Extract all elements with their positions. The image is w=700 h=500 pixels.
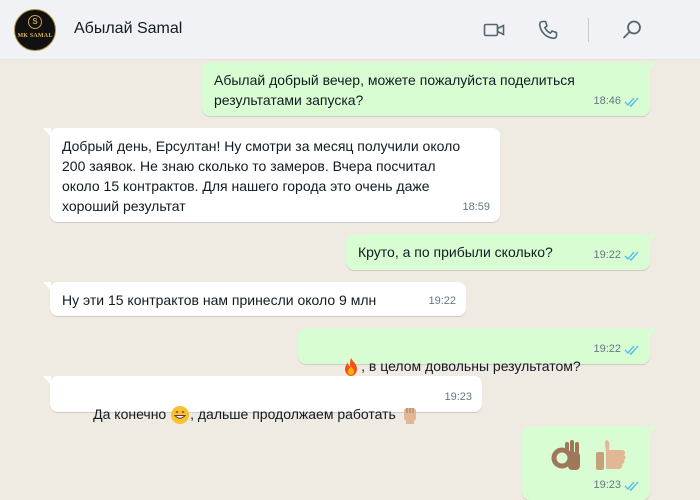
message-time: 19:22 — [593, 343, 621, 355]
message-meta: 18:59 — [462, 197, 490, 217]
message-meta: 19:22 — [593, 245, 640, 265]
ok-hand-emoji-icon — [551, 440, 580, 470]
message-meta: 19:22 — [593, 339, 640, 359]
voice-call-icon[interactable] — [536, 18, 560, 42]
thumbs-up-emoji-icon — [595, 440, 626, 470]
message-bubble-incoming[interactable]: Добрый день, Ерсултан! Ну смотри за меся… — [43, 128, 500, 222]
bubble-tail — [43, 376, 51, 385]
message-meta: 19:23 — [444, 387, 472, 407]
avatar[interactable]: S MK SAMAL — [14, 9, 56, 51]
avatar-ring-letter: S — [32, 17, 38, 26]
message-text-part: Да конечно — [93, 406, 171, 422]
message-text: Абылай добрый вечер, можете пожалуйста п… — [214, 72, 575, 108]
message-bubble-outgoing[interactable]: Абылай добрый вечер, можете пожалуйста п… — [202, 62, 657, 116]
fire-emoji-icon — [345, 358, 358, 377]
bubble-tail — [649, 234, 657, 243]
message-text: Ну эти 15 контрактов нам принесли около … — [62, 292, 377, 308]
chat-window: S MK SAMAL Абылай Samal Абылай добрый ве… — [0, 0, 700, 500]
chat-header: S MK SAMAL Абылай Samal — [0, 0, 700, 60]
message-bubble-outgoing[interactable]: Круто, а по прибыли сколько? 19:22 — [346, 234, 657, 270]
bubble-tail — [43, 128, 51, 137]
message-time: 19:23 — [593, 479, 621, 491]
message-bubble-outgoing[interactable]: , в целом довольны результатом? 19:22 — [298, 328, 657, 377]
read-ticks-icon — [624, 97, 639, 107]
contact-name[interactable]: Абылай Samal — [74, 20, 182, 38]
bubble-tail — [649, 62, 657, 71]
read-ticks-icon — [624, 251, 639, 261]
avatar-ring: S — [28, 15, 42, 29]
search-icon[interactable] — [620, 18, 644, 42]
message-time: 19:23 — [444, 391, 472, 403]
header-divider — [588, 18, 589, 42]
message-text: Круто, а по прибыли сколько? — [358, 244, 553, 260]
message-list[interactable]: Абылай добрый вечер, можете пожалуйста п… — [0, 60, 700, 500]
read-ticks-icon — [624, 481, 639, 491]
read-ticks-icon — [624, 345, 639, 355]
message-meta: 18:46 — [593, 91, 640, 111]
message-bubble-incoming[interactable]: Да конечно , дальше продолжаем работать … — [43, 376, 482, 425]
message-meta: 19:22 — [428, 291, 456, 311]
message-bubble-incoming[interactable]: Ну эти 15 контрактов нам принесли около … — [43, 282, 466, 316]
message-time: 18:59 — [462, 201, 490, 213]
message-time: 18:46 — [593, 95, 621, 107]
video-call-icon[interactable] — [482, 18, 506, 42]
message-text-content: , в целом довольны результатом? — [361, 358, 581, 374]
raised-fist-emoji-icon — [403, 408, 416, 425]
bubble-tail — [649, 328, 657, 337]
avatar-logo-text: MK SAMAL — [17, 33, 53, 39]
message-text: Да конечно , дальше продолжаем работать — [62, 384, 420, 445]
message-meta: 19:23 — [593, 475, 640, 495]
message-text: Добрый день, Ерсултан! Ну смотри за меся… — [62, 138, 461, 214]
message-time: 19:22 — [428, 295, 456, 307]
grinning-face-emoji-icon — [171, 406, 190, 425]
message-time: 19:22 — [593, 249, 621, 261]
message-bubble-outgoing[interactable]: 19:23 — [522, 426, 657, 500]
bubble-tail — [43, 282, 51, 291]
message-text-part: , дальше продолжаем работать — [190, 406, 400, 422]
bubble-tail — [649, 426, 657, 435]
